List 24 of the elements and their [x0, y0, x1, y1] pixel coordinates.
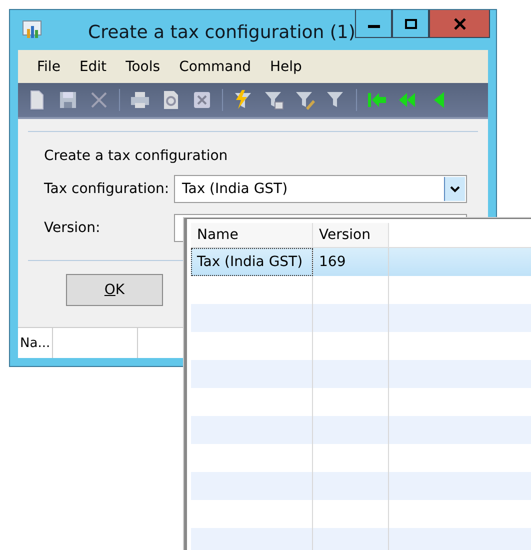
field-label: Tax configuration: [44, 181, 170, 197]
status-cell: Na... [18, 328, 54, 358]
dropdown-field[interactable]: Tax (India GST) [174, 175, 467, 203]
menu-item[interactable]: File [28, 58, 70, 74]
close-button[interactable] [429, 10, 490, 38]
menu-item[interactable]: Edit [70, 58, 117, 74]
table-row[interactable]: Tax (India GST) 169 [191, 248, 531, 276]
minimize-icon [368, 25, 380, 28]
chart-icon [22, 20, 42, 40]
column-header[interactable]: Name [191, 223, 313, 247]
lightning-filter-icon[interactable] [232, 89, 254, 111]
column-header[interactable]: Version [313, 223, 389, 247]
field-label: Version: [44, 220, 102, 236]
ok-button[interactable]: OK [66, 274, 163, 306]
minimize-button[interactable] [355, 10, 392, 38]
window-title: Create a tax configuration (1) [88, 22, 356, 42]
menu-item[interactable]: Help [261, 58, 312, 74]
menu-item[interactable]: Tools [116, 58, 170, 74]
menu-item[interactable]: Command [170, 58, 262, 74]
chevron-icon [450, 186, 460, 192]
maximize-button[interactable] [392, 10, 429, 38]
maximize-icon [404, 18, 418, 30]
form-heading: Create a tax configuration [44, 148, 229, 164]
close-icon [452, 18, 466, 30]
